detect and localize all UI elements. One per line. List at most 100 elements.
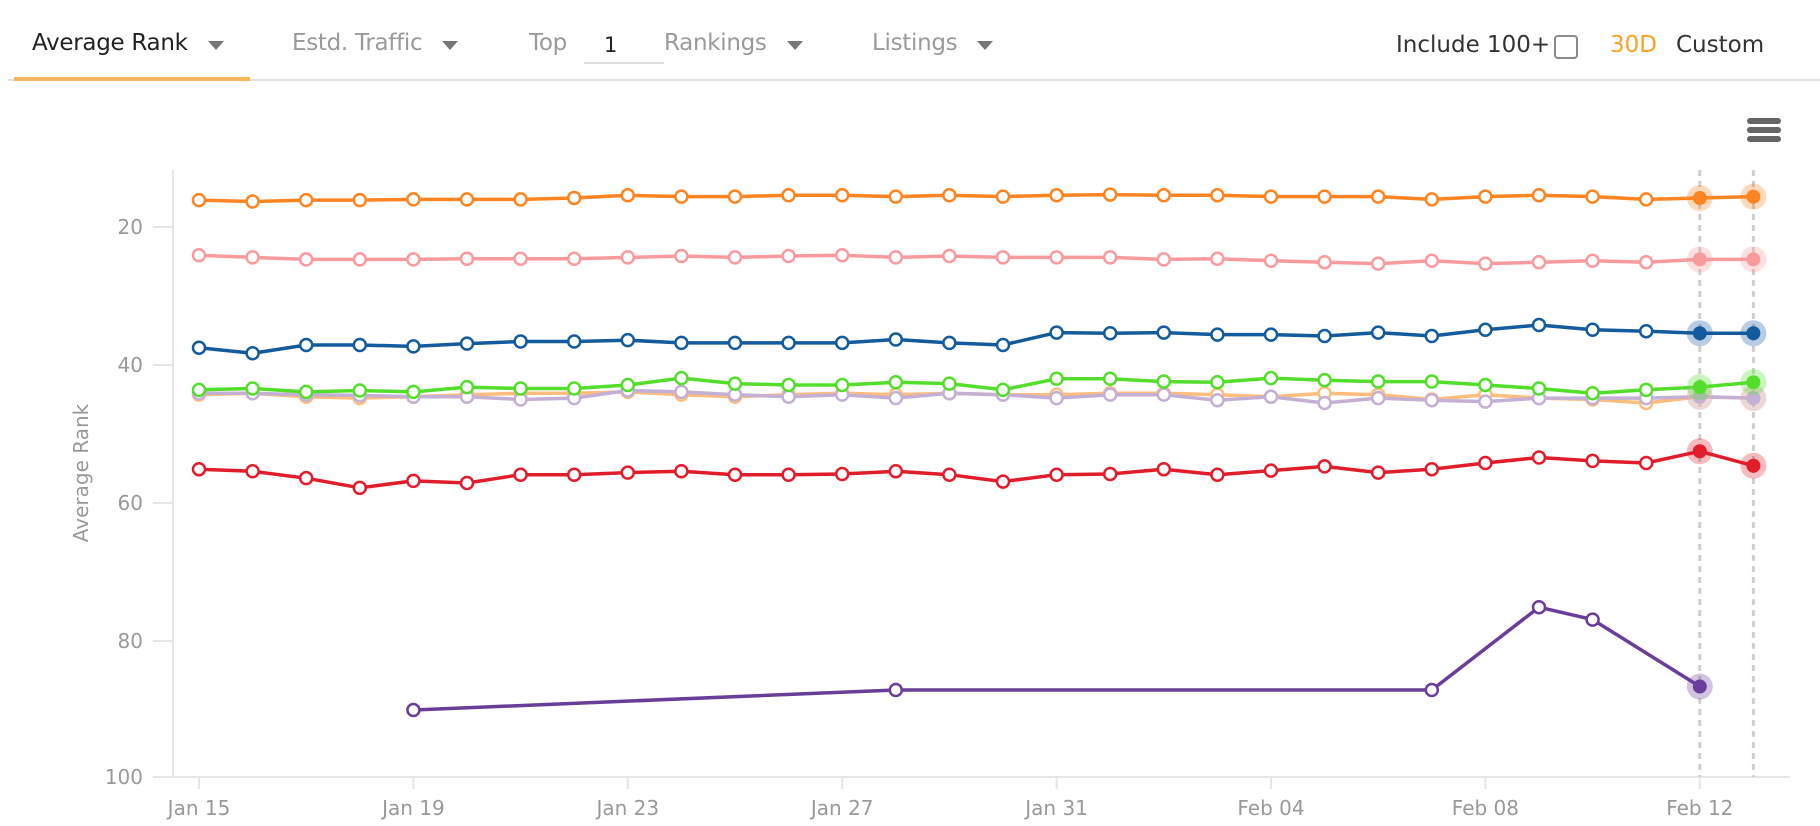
data-point-highlighted-pink [1692,252,1707,267]
data-point-blue [1638,323,1654,339]
data-point-orange [459,192,475,207]
data-point-light-purple [888,390,904,406]
data-point-green [1370,374,1386,389]
data-point-light-purple [1102,387,1118,402]
data-point-red [513,467,528,482]
series-line-blue [198,323,1754,356]
x-tick-label: Jan 15 [166,796,231,820]
y-tick-label: 100 [105,765,143,789]
data-point-red [781,467,796,482]
data-point-green [781,377,796,393]
data-point-red [459,475,475,491]
data-point-pink [1585,253,1600,269]
data-point-purple [1424,682,1440,698]
data-point-highlighted-pink [1746,252,1761,267]
series-line-red [198,449,1754,490]
data-point-red [674,464,689,479]
y-tick-label: 40 [118,353,143,377]
x-tick-label: Feb 08 [1452,796,1519,820]
data-point-blue [888,332,904,347]
data-point-blue [1102,326,1118,341]
data-point-orange [1049,188,1064,203]
data-point-blue [674,335,689,351]
data-point-red [1531,450,1547,465]
data-point-blue [995,337,1011,353]
data-point-pink [620,250,636,265]
data-point-red [566,467,582,482]
data-point-green [834,377,850,393]
y-axis-title: Average Rank [69,403,93,542]
data-point-orange [1370,189,1386,204]
data-point-pink [1102,250,1118,265]
data-point-blue [1370,325,1386,340]
data-point-orange [1478,189,1493,204]
data-point-purple [1585,612,1600,627]
data-point-highlighted-green [1692,380,1707,395]
data-point-blue [1317,328,1332,344]
data-point-pink [352,252,368,267]
data-point-red [995,474,1011,489]
data-point-red [1156,461,1172,477]
data-point-pink [298,252,314,267]
data-point-green [1424,374,1440,389]
data-point-green [245,381,260,396]
data-point-green [727,376,743,391]
data-point-orange [834,188,850,203]
y-tick-label: 20 [118,215,143,239]
data-point-green [888,375,904,390]
x-tick-label: Jan 23 [594,796,659,820]
data-point-highlighted-purple [1692,679,1707,694]
data-point-orange [191,192,207,208]
data-point-pink [1317,254,1332,270]
data-point-green [620,377,636,393]
data-point-pink [459,251,475,266]
data-point-orange [566,190,582,206]
data-point-orange [245,194,260,209]
data-point-red [1210,467,1225,482]
data-point-green [1585,386,1600,401]
data-point-blue [1478,322,1493,338]
data-point-light-purple [1370,390,1386,406]
data-point-highlighted-orange [1692,191,1707,206]
data-point-pink [1049,250,1064,265]
data-point-blue [1424,328,1440,344]
data-point-red [191,461,207,477]
data-point-purple [1531,599,1547,615]
data-point-blue [1049,325,1064,340]
data-point-blue [1156,325,1172,340]
data-point-pink [834,248,850,263]
data-point-light-purple [1049,390,1064,406]
data-point-light-purple [1263,389,1279,404]
data-point-red [620,465,636,480]
data-point-red [1317,459,1332,474]
series-line-green [198,376,1754,396]
data-point-green [1049,371,1064,387]
data-point-green [1263,370,1279,386]
series-line-pink [198,253,1754,266]
data-point-pink [1210,251,1225,266]
data-point-red [406,473,421,489]
data-point-highlighted-red [1692,444,1707,459]
data-point-light-purple [781,389,796,404]
data-point-blue [191,340,207,355]
series-line-purple [413,605,1701,712]
data-point-orange [1638,192,1654,207]
data-point-red [1370,465,1386,480]
data-point-blue [298,337,314,353]
data-point-orange [352,192,368,208]
data-point-pink [566,251,582,266]
data-point-pink [1531,254,1547,270]
data-point-green [995,382,1011,398]
data-point-blue [834,335,850,351]
data-point-green [1531,381,1547,396]
data-point-orange [1317,189,1332,204]
data-point-green [352,383,368,398]
data-point-green [942,376,957,391]
x-tick-label: Jan 31 [1023,796,1088,820]
data-point-green [298,384,314,400]
data-point-green [1102,371,1118,387]
data-point-blue [781,335,796,351]
data-point-pink [995,250,1011,265]
data-point-orange [1585,189,1600,204]
data-point-green [566,381,582,396]
